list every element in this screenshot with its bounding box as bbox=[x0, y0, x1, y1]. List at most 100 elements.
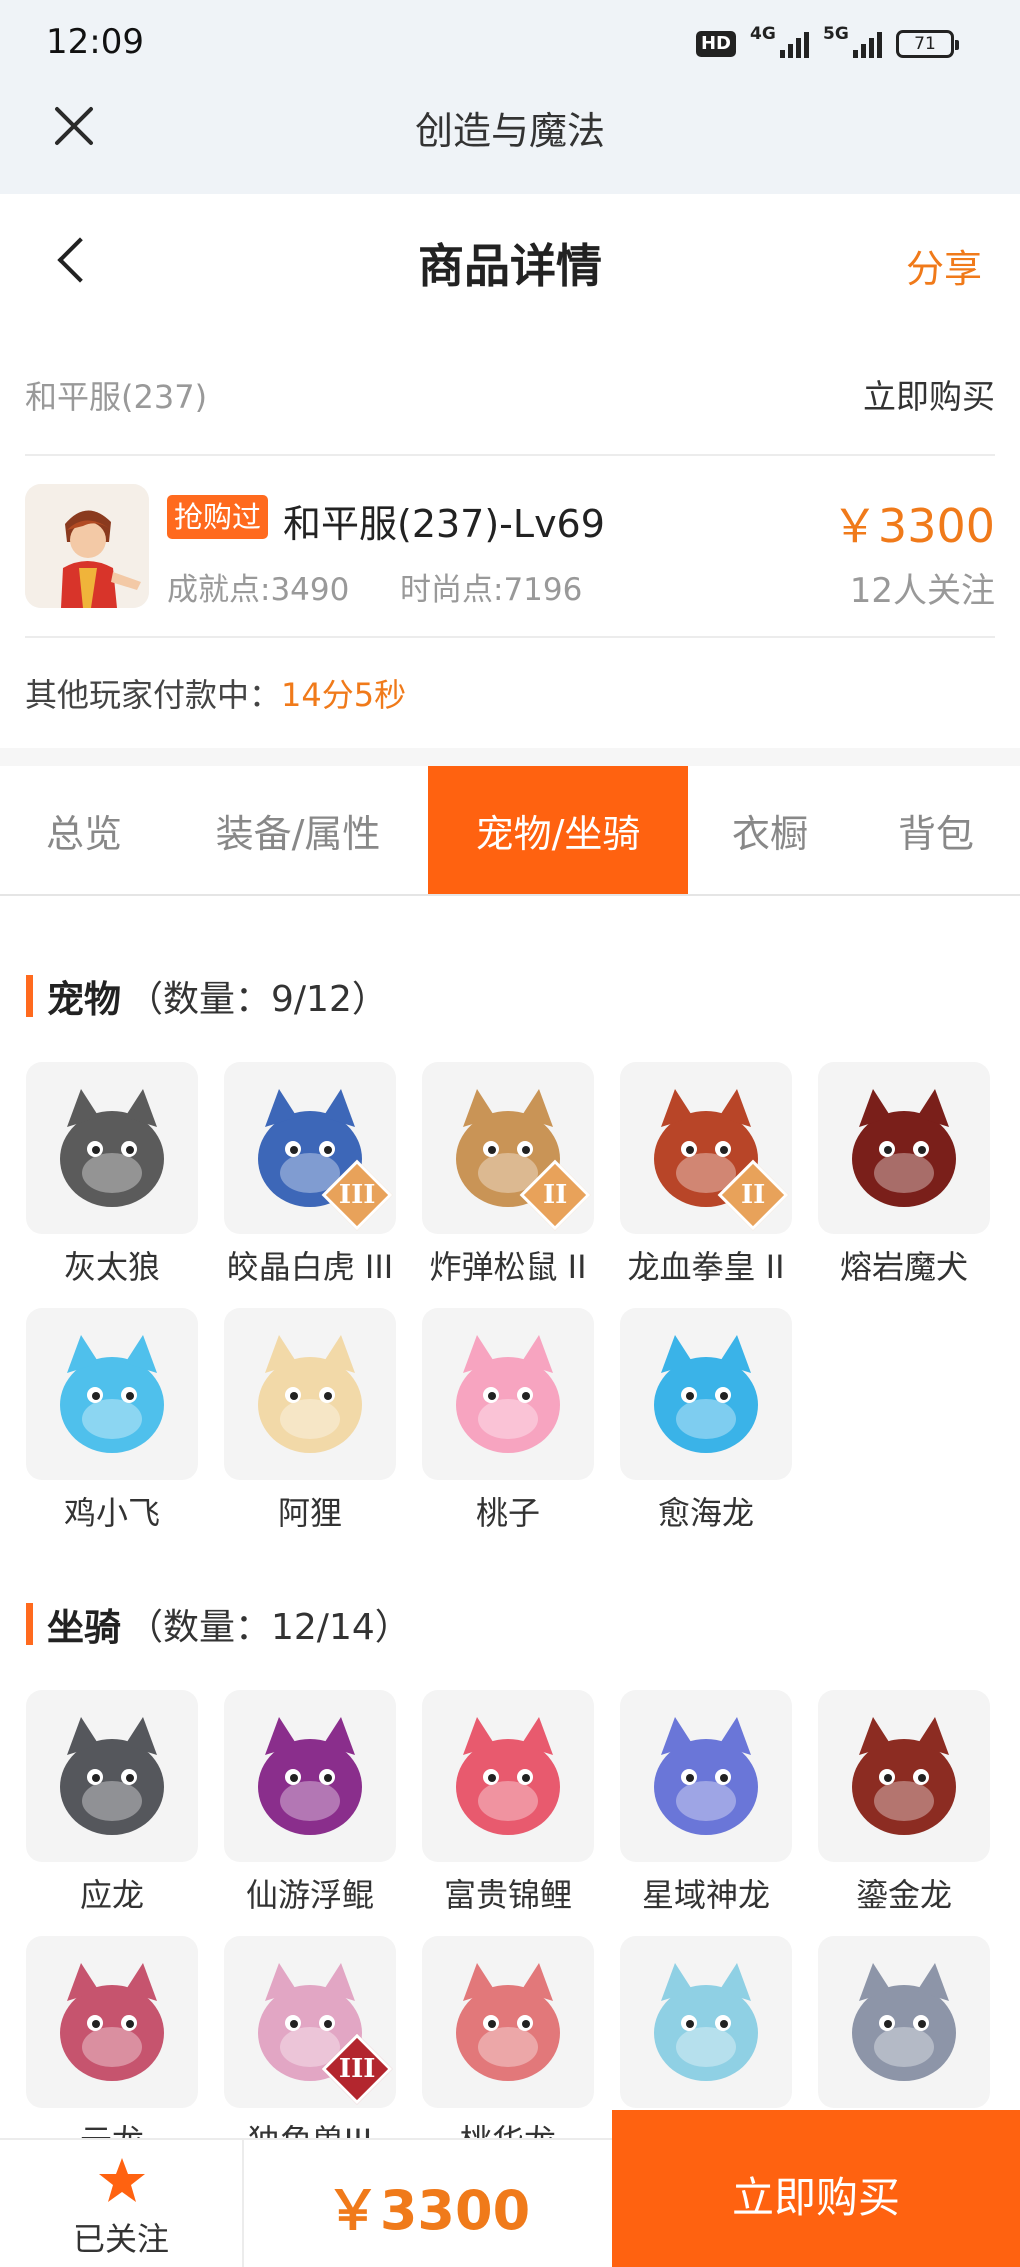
battery-icon: 71 bbox=[896, 30, 959, 58]
pet-item[interactable]: 鸡小飞 bbox=[26, 1308, 198, 1536]
pet-item[interactable]: 愈海龙 bbox=[620, 1308, 792, 1536]
unicorn-icon: III bbox=[224, 1936, 396, 2108]
pet-name: 炸弹松鼠 II bbox=[429, 1248, 587, 1286]
achievement-points: 成就点:3490 bbox=[167, 572, 350, 608]
qilin-icon bbox=[818, 1936, 990, 2108]
pet-name: 龙血拳皇 II bbox=[627, 1248, 785, 1286]
divider bbox=[25, 454, 995, 456]
hd-voice-icon: HD bbox=[695, 31, 736, 57]
mounts-count: （数量：12/14） bbox=[127, 1607, 411, 1648]
character-avatar bbox=[25, 484, 149, 608]
white-tiger-icon: III bbox=[224, 1062, 396, 1234]
network-4g-label: 4G bbox=[750, 24, 776, 44]
pet-name: 皎晶白虎 III bbox=[226, 1248, 394, 1286]
pet-name: 鸡小飞 bbox=[63, 1494, 160, 1532]
ying-dragon-icon bbox=[26, 1690, 198, 1862]
buy-now-button[interactable]: 立即购买 bbox=[612, 2110, 1020, 2267]
floating-kun-icon bbox=[224, 1690, 396, 1862]
pets-grid: 灰太狼 III 皎晶白虎 III II 炸弹松鼠 II II 龙血拳皇 II 熔岩魔犬鸡小飞 阿… bbox=[26, 1062, 996, 1536]
pet-item[interactable]: 阿狸 bbox=[224, 1308, 396, 1536]
pet-name: 灰太狼 bbox=[63, 1248, 160, 1286]
mounts-title: 坐骑 bbox=[47, 1606, 121, 1649]
follower-count: 12人关注 bbox=[849, 571, 995, 611]
peach-dragon-icon bbox=[422, 1936, 594, 2108]
mount-item[interactable]: III独角兽III bbox=[224, 1936, 396, 2164]
pets-section-header: 宠物 （数量：9/12） bbox=[26, 966, 388, 1026]
section-accent-bar bbox=[26, 975, 33, 1017]
pet-item[interactable]: II 炸弹松鼠 II bbox=[422, 1062, 594, 1290]
bottom-action-bar: 已关注 ￥3300 立即购买 bbox=[0, 2110, 1020, 2267]
tab-equipment[interactable]: 装备/属性 bbox=[168, 766, 428, 894]
pets-title: 宠物 bbox=[47, 978, 121, 1021]
pet-item[interactable]: 灰太狼 bbox=[26, 1062, 198, 1290]
divider bbox=[25, 636, 995, 638]
follow-button[interactable]: 已关注 bbox=[0, 2140, 244, 2267]
pet-name: 桃子 bbox=[475, 1494, 540, 1532]
tab-pets-mounts[interactable]: 宠物/坐骑 bbox=[428, 766, 688, 894]
lava-hound-icon bbox=[818, 1062, 990, 1234]
grab-badge: 抢购过 bbox=[167, 495, 269, 539]
mount-name: 富贵锦鲤 bbox=[443, 1876, 572, 1914]
mounts-section-header: 坐骑 （数量：12/14） bbox=[26, 1594, 411, 1654]
server-name: 和平服(237) bbox=[25, 378, 208, 416]
product-price: ￥3300 bbox=[831, 499, 995, 553]
pet-name: 愈海龙 bbox=[657, 1494, 754, 1532]
mount-item[interactable]: 星域神龙 bbox=[620, 1690, 792, 1918]
tab-bar: 总览 装备/属性 宠物/坐骑 衣橱 背包 bbox=[0, 766, 1020, 896]
mount-item[interactable]: 鎏金龙 bbox=[818, 1690, 990, 1918]
signal-5g-icon: 5G bbox=[823, 24, 882, 58]
star-dragon-icon bbox=[620, 1690, 792, 1862]
tab-backpack[interactable]: 背包 bbox=[852, 766, 1020, 894]
tab-overview[interactable]: 总览 bbox=[0, 766, 168, 894]
pet-item[interactable]: II 龙血拳皇 II bbox=[620, 1062, 792, 1290]
fashion-points: 时尚点:7196 bbox=[400, 572, 583, 608]
ali-fox-icon bbox=[224, 1308, 396, 1480]
dragon-fighter-icon: II bbox=[620, 1062, 792, 1234]
page-title: 商品详情 bbox=[418, 239, 602, 293]
section-gap bbox=[0, 748, 1020, 766]
mount-item[interactable]: 桃华龙 bbox=[422, 1936, 594, 2164]
squirrel-icon: II bbox=[422, 1062, 594, 1234]
mount-item[interactable]: 仙游浮鲲 bbox=[224, 1690, 396, 1918]
grey-wolf-icon bbox=[26, 1062, 198, 1234]
pet-item[interactable]: 熔岩魔犬 bbox=[818, 1062, 990, 1290]
webview-title: 创造与魔法 bbox=[414, 109, 605, 153]
gold-dragon-icon bbox=[818, 1690, 990, 1862]
white-peacock-icon bbox=[620, 1936, 792, 2108]
mount-name: 星域神龙 bbox=[641, 1876, 770, 1914]
tab-wardrobe[interactable]: 衣橱 bbox=[688, 766, 852, 894]
chick-icon bbox=[26, 1308, 198, 1480]
network-5g-label: 5G bbox=[823, 24, 849, 44]
server-row: 和平服(237) 立即购买 bbox=[25, 368, 995, 418]
mount-name: 应龙 bbox=[79, 1876, 144, 1914]
app-header-band: 12:09 HD 4G 5G 71 创造与魔法 bbox=[0, 0, 1020, 194]
mount-name: 仙游浮鲲 bbox=[245, 1876, 374, 1914]
mount-item[interactable]: 富贵锦鲤 bbox=[422, 1690, 594, 1918]
peach-bunny-icon bbox=[422, 1308, 594, 1480]
mount-item[interactable]: 云龙 bbox=[26, 1936, 198, 2164]
status-icons: HD 4G 5G 71 bbox=[695, 24, 959, 64]
follow-label: 已关注 bbox=[72, 2220, 169, 2258]
payment-label: 其他玩家付款中： bbox=[25, 676, 282, 714]
sea-dragon-icon bbox=[620, 1308, 792, 1480]
mount-name: 鎏金龙 bbox=[855, 1876, 952, 1914]
payment-countdown: 14分5秒 bbox=[281, 676, 407, 714]
product-name: 和平服(237)-Lv69 bbox=[283, 502, 605, 546]
cloud-dragon-icon bbox=[26, 1936, 198, 2108]
pet-item[interactable]: 桃子 bbox=[422, 1308, 594, 1536]
signal-4g-icon: 4G bbox=[750, 24, 809, 58]
pets-count: （数量：9/12） bbox=[127, 979, 388, 1020]
pet-item[interactable]: III 皎晶白虎 III bbox=[224, 1062, 396, 1290]
pet-name: 熔岩魔犬 bbox=[839, 1248, 968, 1286]
koi-icon bbox=[422, 1690, 594, 1862]
status-time: 12:09 bbox=[46, 22, 144, 62]
mounts-grid: 应龙仙游浮鲲富贵锦鲤星域神龙鎏金龙云龙III独角兽III桃华龙白灵孔雀幻・麒麟 bbox=[26, 1690, 996, 2164]
section-accent-bar bbox=[26, 1603, 33, 1645]
share-button[interactable]: 分享 bbox=[906, 238, 982, 293]
total-price: ￥3300 bbox=[325, 2179, 531, 2242]
buy-now-link[interactable]: 立即购买 bbox=[863, 370, 995, 418]
payment-status: 其他玩家付款中：14分5秒 bbox=[25, 670, 406, 716]
mount-item[interactable]: 应龙 bbox=[26, 1690, 198, 1918]
star-icon bbox=[99, 2158, 145, 2202]
pet-name: 阿狸 bbox=[277, 1494, 342, 1532]
